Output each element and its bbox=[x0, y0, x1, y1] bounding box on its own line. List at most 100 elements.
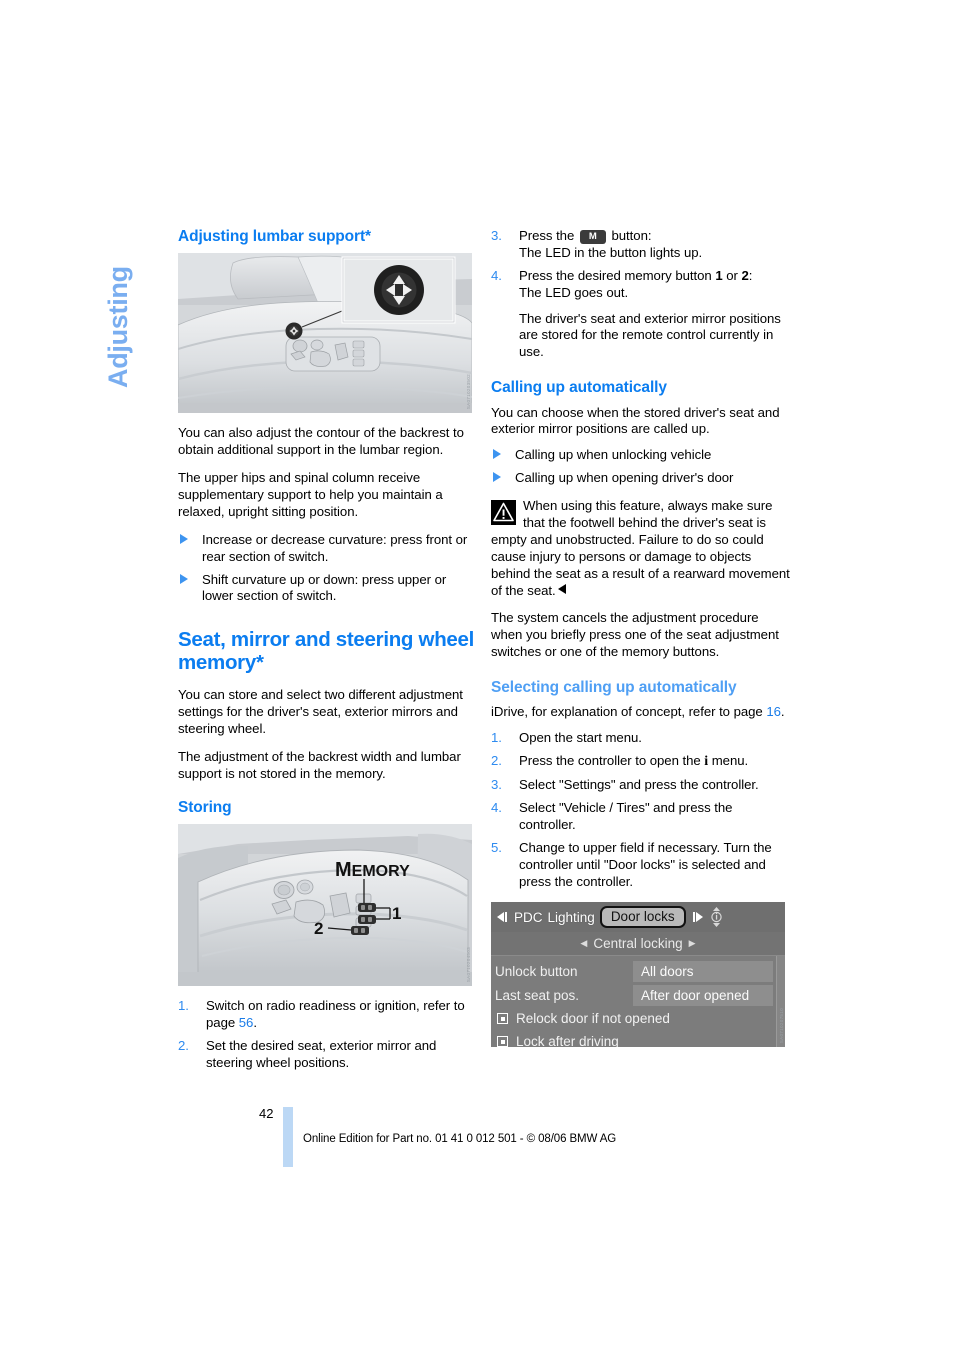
figure-code: SA0710207510 bbox=[779, 1008, 784, 1044]
paragraph-lumbar-contour: You can also adjust the contour of the b… bbox=[178, 425, 464, 458]
step-text-mid: or bbox=[722, 267, 742, 283]
step-text-line2: The LED goes out. bbox=[519, 284, 629, 300]
step-text: Press the desired memory button bbox=[519, 267, 716, 283]
list-item: 4. Press the desired memory button 1 or … bbox=[491, 268, 791, 361]
heading-adjusting-lumbar-support: Adjusting lumbar support* bbox=[178, 228, 371, 245]
step-text-after: menu. bbox=[708, 753, 749, 769]
chevron-left-icon[interactable] bbox=[495, 911, 509, 923]
lumbar-switch-on-panel bbox=[285, 322, 303, 340]
heading-selecting-calling-up-automatically: Selecting calling up automatically bbox=[491, 679, 737, 697]
idrive-tab-door-locks[interactable]: Door locks bbox=[599, 906, 686, 929]
lumbar-switch-inset bbox=[341, 256, 456, 324]
heading-storing: Storing bbox=[178, 798, 232, 816]
row-value[interactable]: All doors bbox=[633, 960, 773, 982]
list-item: Calling up when opening driver's door bbox=[491, 470, 791, 487]
step-number: 5. bbox=[491, 839, 502, 855]
list-item: 4. Select "Vehicle / Tires" and press th… bbox=[491, 800, 791, 834]
paragraph-calling-up: You can choose when the stored driver's … bbox=[491, 404, 780, 437]
list-item: Shift curvature up or down: press upper … bbox=[178, 572, 478, 606]
heading-calling-up-automatically: Calling up automatically bbox=[491, 379, 667, 397]
triangle-bullet-icon bbox=[180, 533, 188, 544]
storing-steps-continued: 3. Press the M button: The LED in the bu… bbox=[491, 228, 791, 361]
step-text-after: . bbox=[253, 1014, 257, 1030]
selecting-steps-list: 1. Open the start menu. 2. Press the con… bbox=[491, 730, 791, 890]
paragraph-lumbar-support: The upper hips and spinal column receive… bbox=[178, 470, 443, 519]
row-label: Last seat pos. bbox=[495, 987, 580, 1003]
row-label: Unlock button bbox=[495, 963, 578, 979]
memory-button-1-label: 1 bbox=[715, 267, 723, 283]
footer-accent-bar bbox=[283, 1107, 293, 1167]
step-text: Select "Vehicle / Tires" and press the c… bbox=[519, 799, 733, 832]
step-number: 1. bbox=[491, 730, 502, 746]
step-number: 4. bbox=[491, 267, 502, 283]
idrive-tab-lighting[interactable]: Lighting bbox=[548, 910, 595, 925]
triangle-bullet-icon bbox=[493, 472, 501, 483]
svg-text:2: 2 bbox=[314, 919, 323, 938]
paragraph-memory-not-stored: The adjustment of the backrest width and… bbox=[178, 748, 461, 781]
checkbox-icon[interactable] bbox=[497, 1013, 508, 1025]
step-text-colon: : bbox=[748, 267, 753, 283]
table-row[interactable]: Unlock button All doors bbox=[491, 959, 785, 983]
step-text: Select "Settings" and press the controll… bbox=[519, 777, 759, 793]
step-text: Set the desired seat, exterior mirror an… bbox=[206, 1037, 437, 1070]
page-number: 42 bbox=[259, 1106, 274, 1121]
checkbox-label: Lock after driving bbox=[516, 1034, 619, 1048]
chapter-tab-label: Adjusting bbox=[103, 266, 133, 388]
chapter-tab: Adjusting bbox=[103, 68, 143, 388]
checkbox-row-lock-after-driving[interactable]: Lock after driving bbox=[491, 1030, 785, 1048]
checkbox-row-relock-door[interactable]: Relock door if not opened bbox=[491, 1007, 785, 1030]
triangle-bullet-icon bbox=[180, 573, 188, 584]
svg-text:MEMORY: MEMORY bbox=[335, 859, 410, 881]
step-number: 2. bbox=[178, 1037, 189, 1053]
list-item: 2. Press the controller to open the i me… bbox=[491, 753, 791, 771]
step-text: Press the bbox=[519, 228, 578, 243]
figure-lumbar-support: SA0710203502 bbox=[178, 253, 472, 414]
svg-text:1: 1 bbox=[392, 904, 401, 923]
warning-end-marker-icon bbox=[557, 583, 566, 594]
step-number: 3. bbox=[491, 777, 502, 793]
figure-memory-buttons: MEMORY 1 2 SA0710204503 bbox=[178, 823, 472, 986]
chevron-right-icon[interactable] bbox=[691, 911, 705, 923]
memory-m-button-icon: M bbox=[579, 230, 606, 244]
calling-up-bullet-list: Calling up when unlocking vehicle Callin… bbox=[491, 447, 791, 487]
idrive-scroll-indicator-icon bbox=[710, 906, 723, 928]
row-value[interactable]: After door opened bbox=[633, 984, 773, 1006]
memory-button-2-label: 2 bbox=[741, 267, 749, 283]
step-sub-paragraph: The driver's seat and exterior mirror po… bbox=[519, 310, 781, 360]
right-column: 3. Press the M button: The LED in the bu… bbox=[491, 228, 791, 1059]
list-item: 3. Select "Settings" and press the contr… bbox=[491, 777, 791, 794]
chevron-left-small-icon[interactable]: ◀ bbox=[580, 938, 587, 949]
list-item: 2. Set the desired seat, exterior mirror… bbox=[178, 1038, 478, 1072]
lumbar-bullet-list: Increase or decrease curvature: press fr… bbox=[178, 532, 478, 606]
step-text: Change to upper field if necessary. Turn… bbox=[519, 839, 772, 889]
step-text-after: button: bbox=[607, 228, 652, 243]
figure-code: SA0710204503 bbox=[466, 946, 471, 982]
idrive-settings-rows: Unlock button All doors Last seat pos. A… bbox=[491, 956, 785, 1048]
step-text: Open the start menu. bbox=[519, 730, 642, 746]
checkbox-icon[interactable] bbox=[497, 1036, 508, 1048]
left-column: Adjusting lumbar support* SA0710203502 Y… bbox=[178, 228, 478, 1083]
page-reference-link[interactable]: 56 bbox=[239, 1015, 254, 1030]
idrive-submenu-label: Central locking bbox=[593, 936, 683, 952]
chevron-right-small-icon[interactable]: ▶ bbox=[689, 938, 696, 949]
warning-triangle-icon bbox=[491, 500, 516, 526]
paragraph-idrive-reference: iDrive, for explanation of concept, refe… bbox=[491, 704, 791, 721]
idrive-ref-period: . bbox=[780, 704, 785, 720]
idrive-display: PDC Lighting Door locks ◀ Central lockin… bbox=[491, 902, 785, 1048]
table-row[interactable]: Last seat pos. After door opened bbox=[491, 983, 785, 1007]
page-reference-link[interactable]: 16 bbox=[766, 704, 781, 719]
warning-text: When using this feature, always make sur… bbox=[491, 498, 790, 598]
triangle-bullet-icon bbox=[493, 449, 501, 460]
idrive-tab-pdc[interactable]: PDC bbox=[514, 910, 543, 925]
figure-code: SA0710203502 bbox=[466, 374, 471, 410]
step-number: 1. bbox=[178, 997, 189, 1013]
list-item: 3. Press the M button: The LED in the bu… bbox=[491, 228, 791, 262]
list-item: 1. Open the start menu. bbox=[491, 730, 791, 747]
footer-copyright: Online Edition for Part no. 01 41 0 012 … bbox=[303, 1133, 617, 1145]
idrive-top-bar: PDC Lighting Door locks bbox=[491, 902, 785, 933]
step-text-line2: The LED in the button lights up. bbox=[519, 244, 703, 260]
checkbox-label: Relock door if not opened bbox=[516, 1011, 670, 1027]
warning-block: When using this feature, always make sur… bbox=[491, 498, 791, 599]
memory-buttons-illustration: MEMORY 1 2 bbox=[178, 823, 472, 986]
step-number: 2. bbox=[491, 753, 502, 769]
